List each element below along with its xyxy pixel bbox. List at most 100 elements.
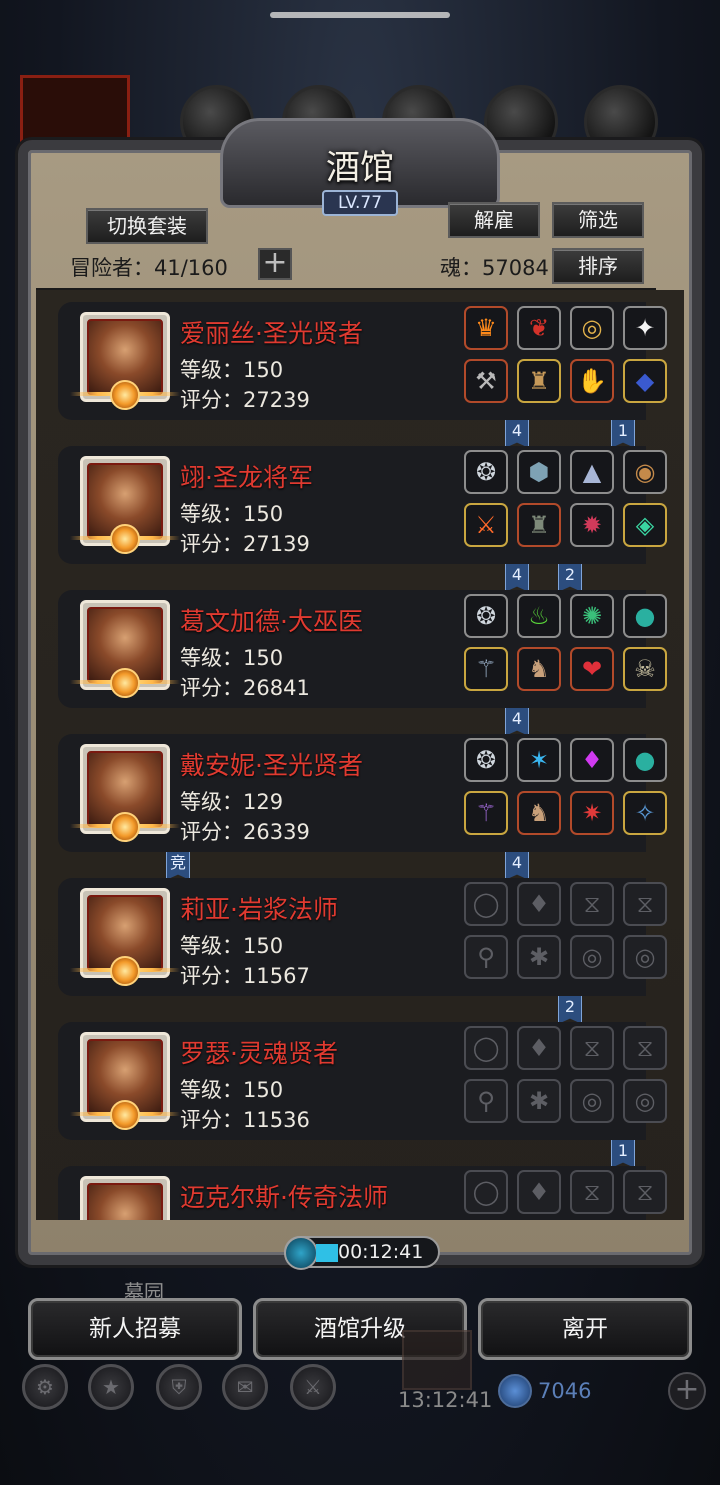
equipment-slot[interactable]: ♦ [517,1026,561,1070]
equipment-slot[interactable]: ♦ [517,1170,561,1214]
equipment-slot[interactable]: ◎ [570,1079,614,1123]
equipment-slot[interactable]: ⬢ [517,450,561,494]
equipment-slot[interactable]: ❂ [464,738,508,782]
switch-outfit-button[interactable]: 切换套装 [86,208,208,244]
hero-card[interactable]: 翊·圣龙将军 等级：150 评分：27139 ❂ ⬢ ▲ ◉ ⚔ ♜ ✹ ◈ [58,446,667,564]
equipment-slot[interactable]: ⧖ [570,882,614,926]
hero-card[interactable]: 迈克尔斯·传奇法师 ◯ ♦ ⧖ ⧖ [58,1166,667,1220]
treasure-chest-icon [402,1330,472,1390]
equipment-slot[interactable]: ❂ [464,594,508,638]
sort-button[interactable]: 排序 [552,248,644,284]
equipment-slot[interactable]: ✹ [570,503,614,547]
hero-card[interactable]: 爱丽丝·圣光贤者 等级：150 评分：27239 ♛ ❦ ◎ ✦ ⚒ ♜ ✋ ◆ [58,302,667,420]
filter-button[interactable]: 筛选 [552,202,644,238]
equipment-slot[interactable]: ♞ [517,791,561,835]
adventurer-count: 冒险者：41/160 [70,252,228,282]
dismiss-button[interactable]: 解雇 [448,202,540,238]
equipment-slot[interactable]: ● [623,738,667,782]
empty-hourglass-icon: ⧖ [583,890,601,918]
equipment-slot[interactable]: ✺ [570,594,614,638]
equipment-slot[interactable]: ◆ [623,359,667,403]
equipment-slot[interactable]: ⧖ [570,1170,614,1214]
equipment-slot[interactable]: ✧ [623,791,667,835]
hero-card[interactable]: 戴安妮·圣光贤者 等级：129 评分：26339 ❂ ✶ ♦ ● ⚚ ♞ ✷ ✧ [58,734,667,852]
set-count-tag: 2 [558,994,582,1024]
hero-level: 等级：129 [180,790,284,814]
gem-count: 7046 [538,1379,592,1403]
equipment-slot[interactable]: ⚲ [464,1079,508,1123]
equipment-slot[interactable]: ⚚ [464,791,508,835]
equipment-slot[interactable]: ♜ [517,503,561,547]
equipment-slot[interactable]: ❦ [517,306,561,350]
recruit-button[interactable]: 新人招募 [28,1298,242,1360]
equipment-slot[interactable]: ♦ [570,738,614,782]
swords-icon[interactable]: ⚔ [290,1364,336,1410]
equipment-slot[interactable]: ⧖ [623,1170,667,1214]
equipment-slot[interactable]: ♜ [517,359,561,403]
star-icon[interactable]: ★ [88,1364,134,1410]
equipment-slot[interactable]: ◈ [623,503,667,547]
hero-name: 迈克尔斯·传奇法师 [180,1183,388,1212]
equipment-slot[interactable]: ♦ [517,882,561,926]
equipment-slot[interactable]: ♨ [517,594,561,638]
hero-list[interactable]: 4 1 爱丽丝·圣光贤者 等级：150 评分：27239 ♛ ❦ ◎ ✦ ⚒ ♜ ✋ ◆ 4 2 翊·圣龙将军… [36,290,684,1220]
hero-card[interactable]: 莉亚·岩浆法师 等级：150 评分：11567 ◯ ♦ ⧖ ⧖ ⚲ ✱ ◎ ◎ [58,878,667,996]
equipment-slot[interactable]: ✦ [623,306,667,350]
hero-level: 等级：150 [180,934,284,958]
equipment-slot[interactable]: ❂ [464,450,508,494]
rank-emblem-icon [70,668,180,698]
staff-icon: ⚚ [475,655,497,683]
hero-portrait[interactable] [80,1176,170,1220]
equipment-slot[interactable]: ⚚ [464,647,508,691]
leave-button[interactable]: 离开 [478,1298,692,1360]
teal-stone-icon: ● [634,602,656,630]
equipment-slot[interactable]: ◎ [623,1079,667,1123]
equipment-slot[interactable]: ⚒ [464,359,508,403]
shield-icon[interactable]: ⛨ [156,1364,202,1410]
equipment-slot[interactable]: ❤ [570,647,614,691]
blue-pendant-icon: ✧ [634,799,656,827]
empty-ring-icon: ◎ [634,1087,656,1115]
white-feather-icon: ✦ [634,314,656,342]
equipment-slot[interactable]: ⧖ [623,882,667,926]
equipment-slot[interactable]: ✱ [517,1079,561,1123]
hero-score: 评分：26841 [180,676,310,700]
equipment-slot[interactable]: ◎ [570,935,614,979]
rank-emblem-icon [70,956,180,986]
settings-gear-icon[interactable]: ⚙ [22,1364,68,1410]
cloak-icon: ♜ [528,367,550,395]
equipment-slot[interactable]: ✷ [570,791,614,835]
triangle-talisman-icon: ▲ [582,458,602,486]
equipment-slot[interactable]: ◯ [464,882,508,926]
equipment-slot[interactable]: ◯ [464,1170,508,1214]
hero-name: 罗瑟·灵魂贤者 [180,1039,338,1068]
plus-icon[interactable]: + [258,248,292,280]
equipment-slot[interactable]: ▲ [570,450,614,494]
equipment-slot[interactable]: ⧖ [570,1026,614,1070]
equipment-slot[interactable]: ⚔ [464,503,508,547]
equipment-slot[interactable]: ✶ [517,738,561,782]
hero-card[interactable]: 葛文加德·大巫医 等级：150 评分：26841 ❂ ♨ ✺ ● ⚚ ♞ ❤ ☠ [58,590,667,708]
equipment-slot[interactable]: ◯ [464,1026,508,1070]
equipment-slot[interactable]: ⚲ [464,935,508,979]
empty-staff-icon: ⚲ [477,943,495,971]
hero-list-content: 4 1 爱丽丝·圣光贤者 等级：150 评分：27239 ♛ ❦ ◎ ✦ ⚒ ♜ ✋ ◆ 4 2 翊·圣龙将军… [36,290,684,1220]
equipment-slot[interactable]: ✋ [570,359,614,403]
equipment-slot[interactable]: ● [623,594,667,638]
equipment-slot[interactable]: ♛ [464,306,508,350]
equipment-slot[interactable]: ◎ [570,306,614,350]
equipment-slot[interactable]: ◉ [623,450,667,494]
hero-name: 莉亚·岩浆法师 [180,895,338,924]
add-gems-plus-icon[interactable]: + [668,1372,706,1410]
skull-pendant-icon: ☠ [634,655,656,683]
level-badge: LV.77 [322,190,398,216]
equipment-slot[interactable]: ✱ [517,935,561,979]
equipment-slot[interactable]: ☠ [623,647,667,691]
equipment-slot[interactable]: ⧖ [623,1026,667,1070]
mail-icon[interactable]: ✉ [222,1364,268,1410]
equipment-slot[interactable]: ◎ [623,935,667,979]
rank-emblem-icon [70,380,180,410]
hero-card[interactable]: 罗瑟·灵魂贤者 等级：150 评分：11536 ◯ ♦ ⧖ ⧖ ⚲ ✱ ◎ ◎ [58,1022,667,1140]
blue-gauntlet-icon: ✋ [577,367,607,395]
equipment-slot[interactable]: ♞ [517,647,561,691]
